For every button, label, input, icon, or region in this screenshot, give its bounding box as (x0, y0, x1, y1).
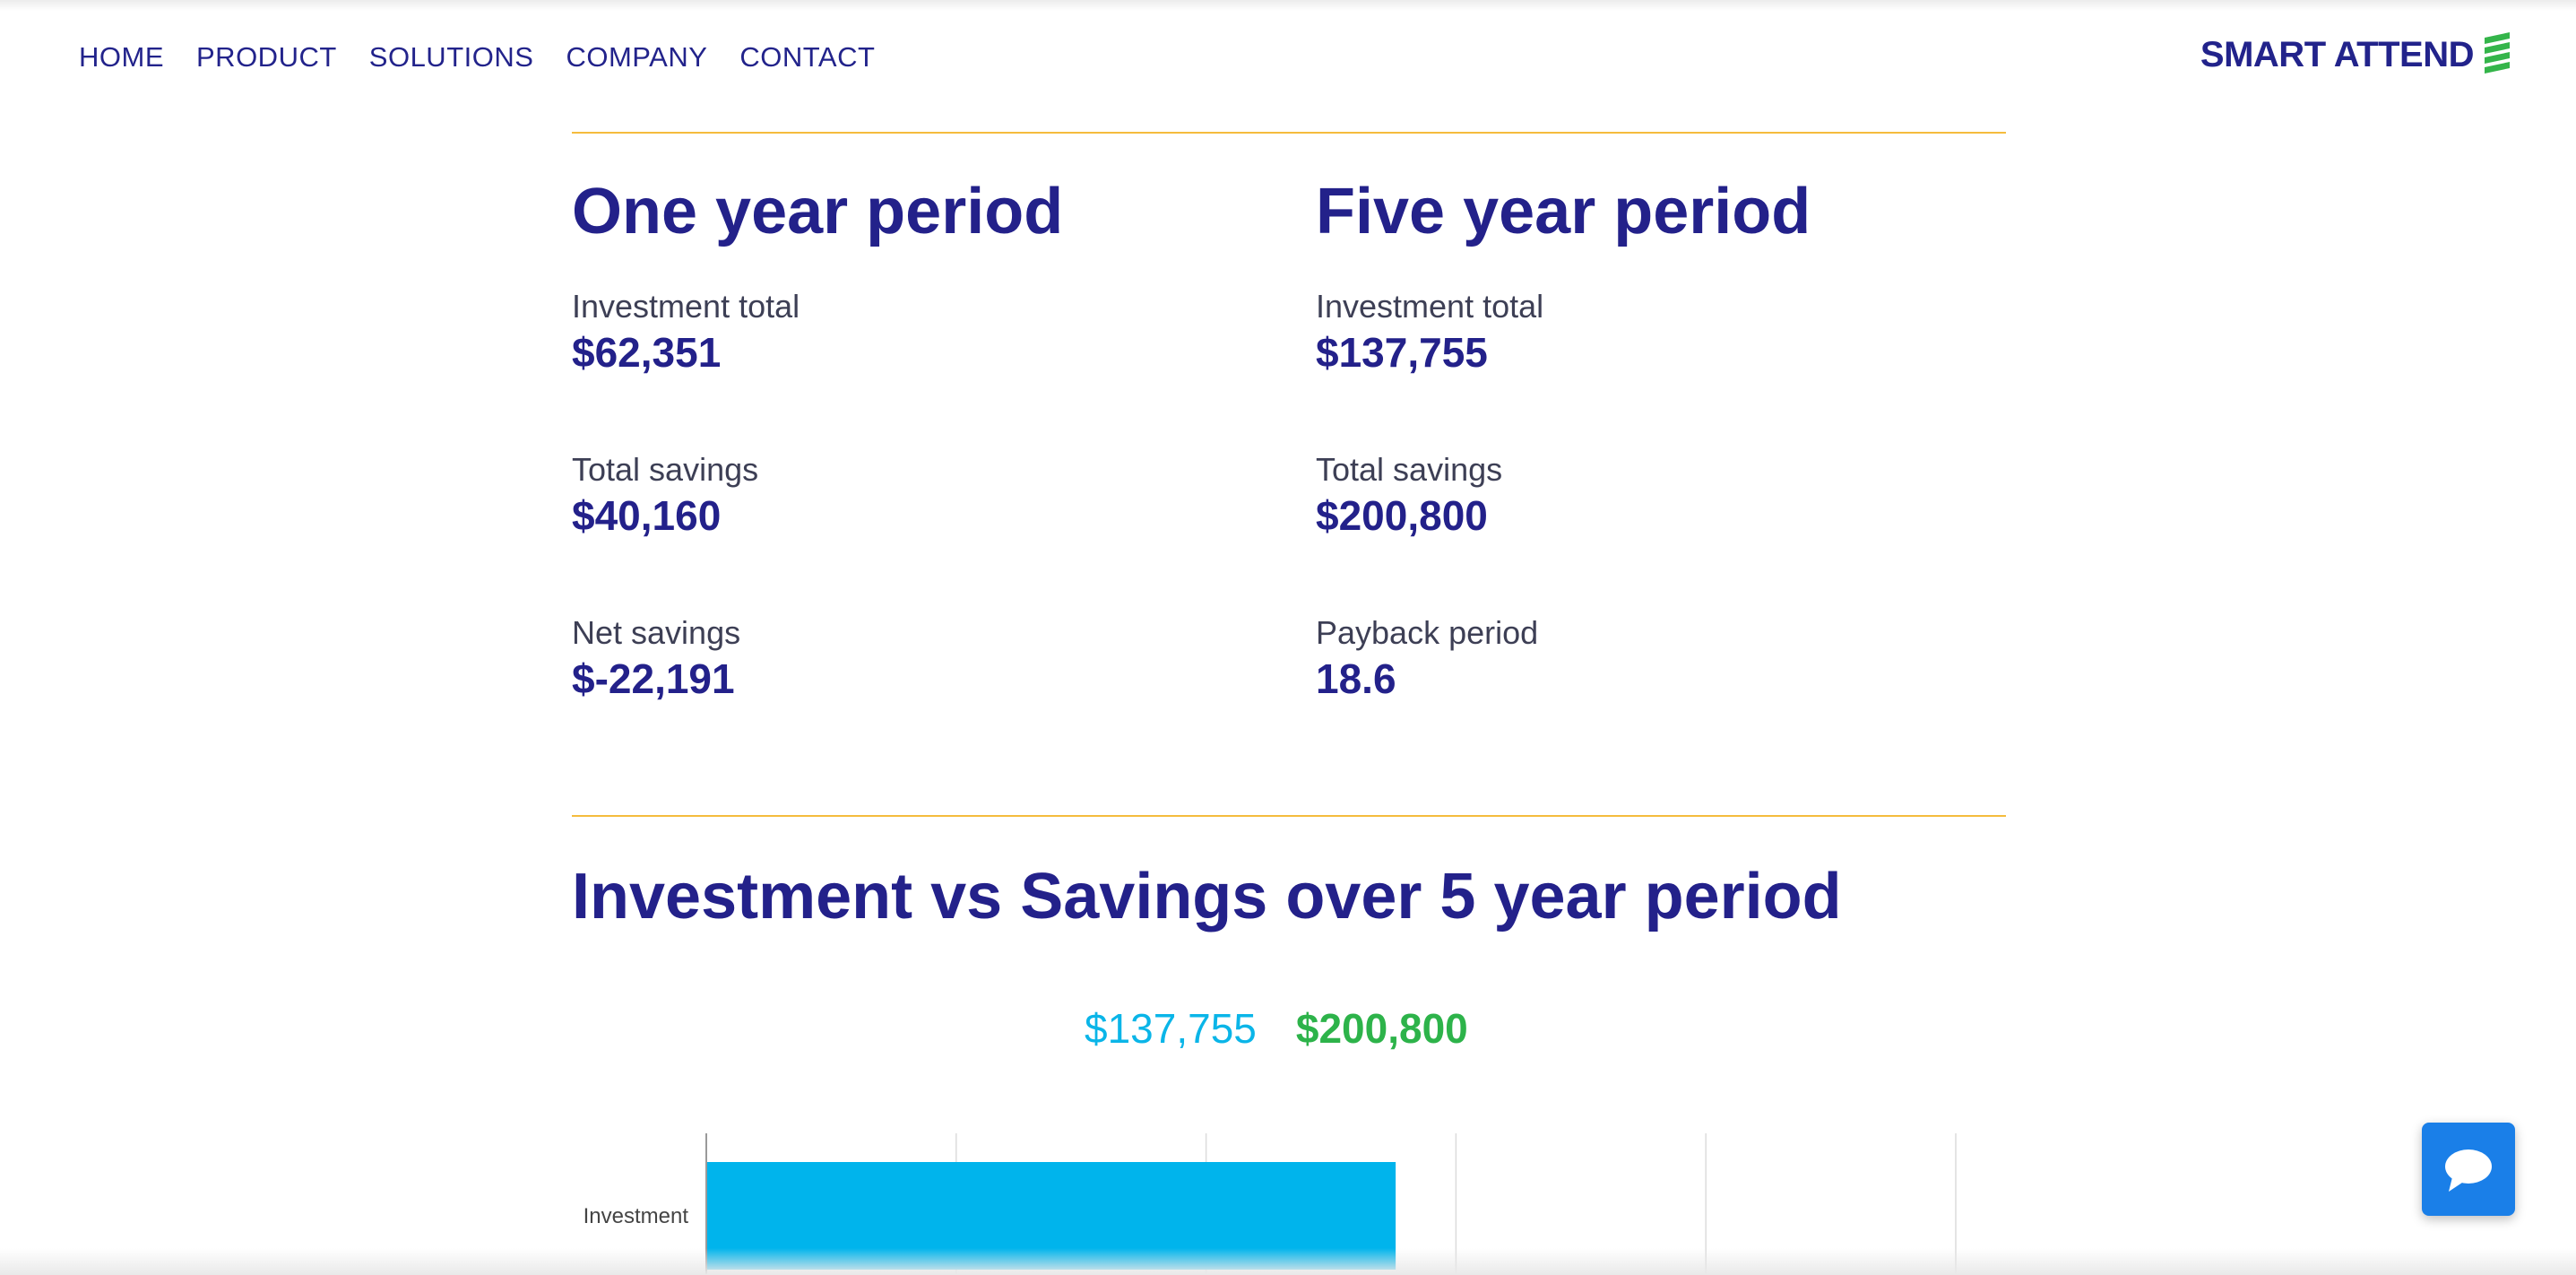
five-year-section: Five year period Investment total $137,7… (1316, 170, 1997, 702)
stat-value: $137,755 (1316, 329, 1488, 376)
stacked-bars-icon (2485, 32, 2510, 74)
one-year-investment-stat: Investment total $62,351 (572, 287, 800, 378)
logo-text: SMART ATTEND (2200, 35, 2475, 74)
legend-investment[interactable]: $137,755 (1085, 1001, 1257, 1056)
smart-attend-logo[interactable]: SMART ATTEND (2200, 30, 2511, 79)
nav-home[interactable]: HOME (79, 39, 164, 75)
stat-label: Total savings (572, 451, 759, 488)
stat-value: $200,800 (1316, 492, 1488, 539)
top-shadow (0, 0, 2576, 11)
chat-bubble-icon (2445, 1149, 2492, 1192)
stat-value: $40,160 (572, 492, 722, 539)
one-year-savings-stat: Total savings $40,160 (572, 450, 758, 542)
one-year-net-savings-stat: Net savings $-22,191 (572, 613, 740, 705)
one-year-section: One year period Investment total $62,351… (572, 170, 1253, 702)
five-year-investment-stat: Investment total $137,755 (1316, 287, 1543, 378)
five-year-savings-stat: Total savings $200,800 (1316, 450, 1502, 542)
nav-product[interactable]: PRODUCT (196, 39, 337, 75)
stat-label: Payback period (1316, 614, 1539, 651)
five-year-title: Five year period (1316, 176, 1811, 247)
bottom-fade (0, 1248, 2576, 1275)
stat-label: Net savings (572, 614, 741, 651)
divider-middle (572, 815, 2006, 817)
stat-value: $62,351 (572, 329, 722, 376)
stat-label: Investment total (572, 288, 800, 325)
category-label: Investment (583, 1204, 689, 1228)
stat-label: Investment total (1316, 288, 1544, 325)
main-nav: HOME PRODUCT SOLUTIONS COMPANY CONTACT (79, 39, 907, 75)
divider-top (572, 132, 2006, 134)
nav-company[interactable]: COMPANY (566, 39, 707, 75)
five-year-payback-stat: Payback period 18.6 (1316, 613, 1538, 705)
one-year-title: One year period (572, 176, 1064, 247)
nav-solutions[interactable]: SOLUTIONS (369, 39, 534, 75)
legend-savings[interactable]: $200,800 (1296, 1001, 1468, 1056)
stat-value: $-22,191 (572, 655, 735, 702)
chart-section-title: Investment vs Savings over 5 year period (572, 861, 1842, 932)
chart-legend: $137,755 $200,800 (1085, 1001, 1468, 1056)
chat-button[interactable] (2422, 1123, 2515, 1216)
top-navigation-bar: HOME PRODUCT SOLUTIONS COMPANY CONTACT S… (0, 0, 2576, 117)
nav-contact[interactable]: CONTACT (739, 39, 875, 75)
stat-value: 18.6 (1316, 655, 1396, 702)
stat-label: Total savings (1316, 451, 1503, 488)
